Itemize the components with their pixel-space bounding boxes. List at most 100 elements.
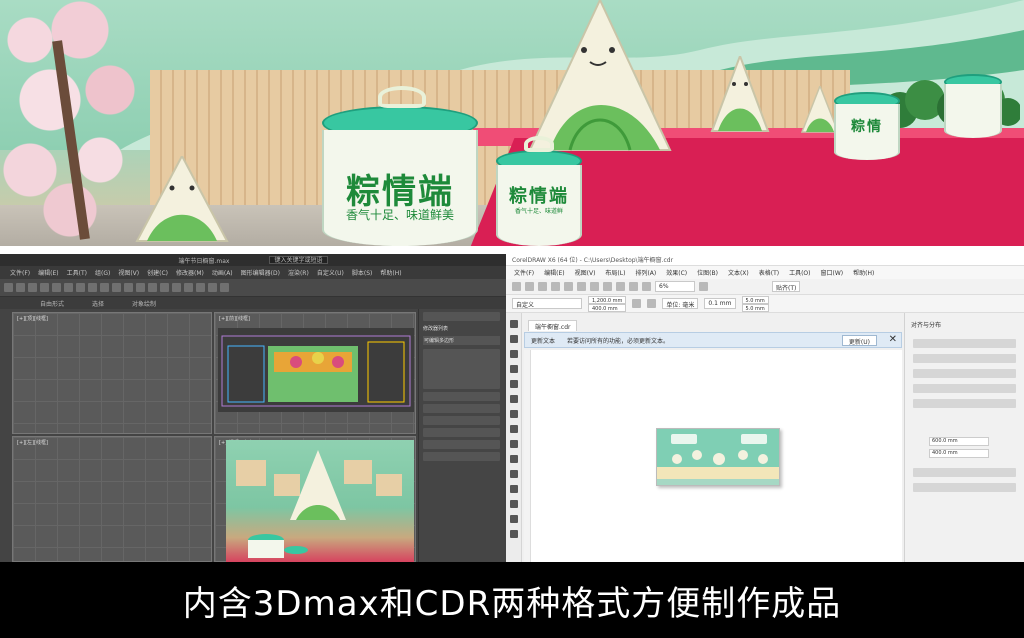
- angle-snap-icon[interactable]: [124, 283, 133, 292]
- fullscreen-icon[interactable]: [699, 282, 708, 291]
- tab-selection[interactable]: 选择: [92, 299, 104, 308]
- dup-x-field[interactable]: 5.0 mm: [741, 295, 769, 304]
- cdr-menu-tools[interactable]: 工具(O): [789, 268, 810, 277]
- max-menu-graph[interactable]: 图形编辑器(D): [241, 268, 280, 277]
- cdr-menu-table[interactable]: 表格(T): [759, 268, 779, 277]
- max-menu-modifiers[interactable]: 修改器(M): [176, 268, 204, 277]
- docker-field-x[interactable]: 600.0 mm: [929, 437, 989, 446]
- rotate-icon[interactable]: [88, 283, 97, 292]
- cut-icon[interactable]: [564, 282, 573, 291]
- select-region-icon[interactable]: [64, 283, 73, 292]
- max-menu-script[interactable]: 脚本(S): [352, 268, 373, 277]
- document-tab[interactable]: 端午橱窗.cdr: [528, 320, 578, 331]
- curve-editor-icon[interactable]: [172, 283, 181, 292]
- freehand-tool-icon[interactable]: [510, 380, 518, 388]
- move-icon[interactable]: [76, 283, 85, 292]
- snap-icon[interactable]: [112, 283, 121, 292]
- viewport-left[interactable]: [+][左][线框]: [12, 436, 212, 562]
- render-icon[interactable]: [220, 283, 229, 292]
- max-menu-customize[interactable]: 自定义(U): [317, 268, 344, 277]
- cmd-row[interactable]: [423, 404, 500, 413]
- max-search-input[interactable]: 键入关键字或短语: [269, 256, 328, 264]
- layer-icon[interactable]: [160, 283, 169, 292]
- modifier-list-label[interactable]: 修改器列表: [423, 325, 500, 332]
- unlink-icon[interactable]: [40, 283, 49, 292]
- cdr-menu-effects[interactable]: 效果(C): [666, 268, 687, 277]
- outline-pen-icon[interactable]: [510, 530, 518, 538]
- cdr-menu-view[interactable]: 视图(V): [575, 268, 596, 277]
- distribute-row[interactable]: [913, 369, 1016, 378]
- render-frame-icon[interactable]: [208, 283, 217, 292]
- max-menu-edit[interactable]: 编辑(E): [38, 268, 58, 277]
- undo-icon[interactable]: [603, 282, 612, 291]
- max-menu-render[interactable]: 渲染(R): [288, 268, 309, 277]
- zoom-select[interactable]: 6%: [655, 281, 695, 292]
- update-button[interactable]: 更新(U): [841, 335, 877, 346]
- tab-object-paint[interactable]: 对象绘制: [132, 299, 156, 308]
- text-tool-icon[interactable]: [510, 455, 518, 463]
- portrait-icon[interactable]: [632, 299, 642, 308]
- units-select[interactable]: 单位: 毫米: [662, 298, 699, 309]
- select-icon[interactable]: [52, 283, 61, 292]
- max-menu-create[interactable]: 创建(C): [147, 268, 168, 277]
- rectangle-tool-icon[interactable]: [510, 410, 518, 418]
- max-menu-view[interactable]: 视图(V): [118, 268, 139, 277]
- docker-row[interactable]: [913, 468, 1016, 477]
- dup-y-field[interactable]: 5.0 mm: [741, 303, 769, 312]
- import-icon[interactable]: [629, 282, 638, 291]
- page-size-select[interactable]: 自定义: [512, 298, 582, 309]
- align-icon[interactable]: [148, 283, 157, 292]
- max-menu-help[interactable]: 帮助(H): [380, 268, 401, 277]
- redo-icon[interactable]: [616, 282, 625, 291]
- nudge-field[interactable]: 0.1 mm: [704, 298, 736, 309]
- scale-icon[interactable]: [100, 283, 109, 292]
- connector-tool-icon[interactable]: [510, 485, 518, 493]
- cdr-menu-help[interactable]: 帮助(H): [853, 268, 874, 277]
- page-width-field[interactable]: 1,200.0 mm: [588, 295, 627, 304]
- artwork-thumbnail[interactable]: [656, 428, 780, 486]
- align-row[interactable]: [913, 339, 1016, 348]
- page-height-field[interactable]: 400.0 mm: [588, 303, 627, 312]
- new-icon[interactable]: [512, 282, 521, 291]
- max-menu-group[interactable]: 组(G): [95, 268, 110, 277]
- tab-freeform[interactable]: 自由形式: [40, 299, 64, 308]
- viewport-top[interactable]: [+][顶][线框]: [12, 312, 212, 434]
- distribute-row[interactable]: [913, 399, 1016, 408]
- cdr-menu-text[interactable]: 文本(X): [728, 268, 749, 277]
- paste-icon[interactable]: [590, 282, 599, 291]
- max-menu-tools[interactable]: 工具(T): [67, 268, 87, 277]
- pick-tool-icon[interactable]: [510, 320, 518, 328]
- distribute-row[interactable]: [913, 384, 1016, 393]
- max-menu-animation[interactable]: 动画(A): [212, 268, 233, 277]
- undo-icon[interactable]: [4, 283, 13, 292]
- smart-fill-icon[interactable]: [510, 395, 518, 403]
- open-icon[interactable]: [525, 282, 534, 291]
- cmd-row[interactable]: [423, 452, 500, 461]
- zoom-tool-icon[interactable]: [510, 365, 518, 373]
- docker-field-y[interactable]: 400.0 mm: [929, 449, 989, 458]
- cmd-row[interactable]: [423, 392, 500, 401]
- crop-tool-icon[interactable]: [510, 350, 518, 358]
- print-icon[interactable]: [551, 282, 560, 291]
- polygon-tool-icon[interactable]: [510, 440, 518, 448]
- cdr-menu-file[interactable]: 文件(F): [514, 268, 534, 277]
- close-icon[interactable]: ✕: [889, 333, 897, 347]
- editable-poly-item[interactable]: 可编辑多边形: [423, 336, 500, 345]
- landscape-icon[interactable]: [647, 299, 657, 308]
- redo-icon[interactable]: [16, 283, 25, 292]
- docker-row[interactable]: [913, 483, 1016, 492]
- material-editor-icon[interactable]: [184, 283, 193, 292]
- parallel-dimension-icon[interactable]: [510, 470, 518, 478]
- render-setup-icon[interactable]: [196, 283, 205, 292]
- cmd-row[interactable]: [423, 349, 500, 389]
- cmd-row[interactable]: [423, 428, 500, 437]
- cdr-menu-window[interactable]: 窗口(W): [821, 268, 844, 277]
- copy-icon[interactable]: [577, 282, 586, 291]
- shape-tool-icon[interactable]: [510, 335, 518, 343]
- align-row[interactable]: [913, 354, 1016, 363]
- cdr-menu-arrange[interactable]: 排列(A): [635, 268, 656, 277]
- export-icon[interactable]: [642, 282, 651, 291]
- cmd-row[interactable]: [423, 312, 500, 321]
- cdr-menu-bitmaps[interactable]: 位图(B): [697, 268, 718, 277]
- mirror-icon[interactable]: [136, 283, 145, 292]
